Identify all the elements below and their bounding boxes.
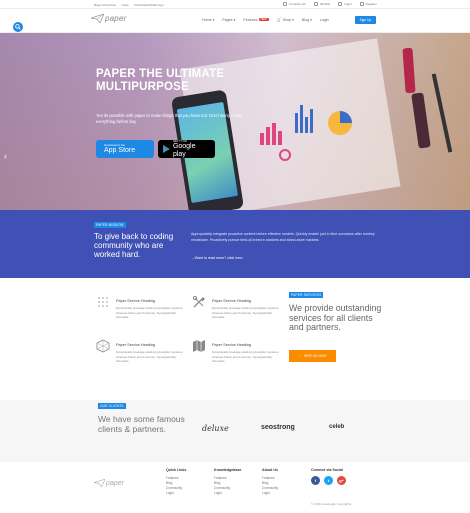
play-icon <box>163 145 170 153</box>
footer-link[interactable]: Login <box>214 491 241 496</box>
service-description: Dynamically leverage existing synergisti… <box>116 350 183 363</box>
hero-subtitle: Yes its possible with paper to make thin… <box>96 113 243 124</box>
top-bar: Buyer Protection Help Download Mobile Ap… <box>0 0 470 9</box>
clients-heading: We have some famous clients & partners. <box>98 414 185 434</box>
chevron-down-icon: ▾ <box>292 17 294 22</box>
search-icon <box>15 24 21 30</box>
client-logo-deluxe: deluxe <box>202 424 229 433</box>
service-description: Dynamically leverage existing synergisti… <box>212 306 279 319</box>
chevron-down-icon: ▾ <box>233 17 236 22</box>
footer-column-about-us: About Us Features Blog Community Login <box>262 468 279 496</box>
arrow-right-icon: → <box>298 354 302 358</box>
nav-features[interactable]: Features NEW <box>243 18 269 22</box>
paper-plane-icon <box>94 479 105 487</box>
client-logo-seostrong: seostrong <box>261 424 295 431</box>
footer-link[interactable]: Login <box>166 491 186 496</box>
mission-section: PAPER MISSION To give back to coding com… <box>0 210 470 278</box>
hire-us-button[interactable]: → HIRE US NOW <box>289 350 336 362</box>
main-nav: Home ▾ Pages ▾ Features NEW 🛒 Shop ▾ Blog ▾ Lo… <box>202 17 329 22</box>
download-app-link[interactable]: Download Mobile App <box>134 3 163 7</box>
signup-button[interactable]: Sign Up <box>355 16 376 24</box>
nav-blog[interactable]: Blog ▾ <box>302 18 312 22</box>
clients-tag: OUR CLIENTS <box>98 403 126 409</box>
nav-shop[interactable]: 🛒 Shop ▾ <box>277 17 294 22</box>
tools-icon <box>192 295 205 308</box>
service-title: Paper Service Heading <box>116 299 156 303</box>
slider-prev-button[interactable]: ‹ <box>4 151 7 161</box>
mission-tag: PAPER MISSION <box>94 222 126 228</box>
google-plus-icon[interactable]: g+ <box>337 476 346 485</box>
new-badge: NEW <box>258 18 269 21</box>
read-more-link[interactable]: →Want to read more? click here. <box>191 256 243 260</box>
logo[interactable]: paper <box>91 14 126 23</box>
footer-logo[interactable]: paper <box>94 479 124 487</box>
grid-dots-icon <box>98 297 108 307</box>
hero-banner: ‹ PAPER THE ULTIMATE MULTIPURPOSE Yes it… <box>0 33 470 210</box>
mission-paragraph: Appropriately integrate proactive conten… <box>191 232 375 242</box>
footer-link[interactable]: Login <box>262 491 278 496</box>
paper-plane-icon <box>91 14 104 23</box>
mission-heading: To give back to coding community who are… <box>94 232 174 259</box>
compare-list-link[interactable]: Compare list <box>283 2 306 6</box>
twitter-icon[interactable]: t <box>324 476 333 485</box>
service-title: Paper Service Heading <box>212 299 252 303</box>
register-icon <box>359 2 364 6</box>
services-section: Paper Service Heading Dynamically levera… <box>0 278 470 400</box>
services-tag: PAPER SERVICES <box>289 292 324 298</box>
facebook-icon[interactable]: f <box>311 476 320 485</box>
chevron-down-icon: ▾ <box>212 17 215 22</box>
service-title: Paper Service Heading <box>212 343 252 347</box>
map-icon <box>193 340 205 352</box>
heart-icon <box>313 2 318 6</box>
user-icon <box>338 2 343 6</box>
hexagon-icon <box>96 339 110 353</box>
service-title: Paper Service Heading <box>116 343 156 347</box>
chevron-down-icon: ▾ <box>310 17 312 22</box>
wishlist-link[interactable]: Wishlist <box>313 2 330 6</box>
help-link[interactable]: Help <box>122 3 128 7</box>
service-description: Dynamically leverage existing synergisti… <box>212 350 279 363</box>
cart-icon: 🛒 <box>276 17 282 22</box>
compare-icon <box>283 2 287 6</box>
google-play-button[interactable]: GET IT ON Google play <box>158 139 215 158</box>
hero-chart-graphic <box>260 105 352 161</box>
footer: paper Quick Links Features Blog Communit… <box>0 462 470 513</box>
hero-title: PAPER THE ULTIMATE MULTIPURPOSE <box>96 68 225 93</box>
nav-pages[interactable]: Pages ▾ <box>222 18 235 22</box>
service-description: Dynamically leverage existing synergisti… <box>116 306 183 319</box>
nav-home[interactable]: Home ▾ <box>202 18 214 22</box>
copyright: © 2016 knowledge Copyrights <box>311 502 352 506</box>
nav-login[interactable]: Login <box>320 18 329 22</box>
buyer-protection-link[interactable]: Buyer Protection <box>94 3 116 7</box>
login-link[interactable]: Login <box>338 2 352 6</box>
footer-social: Connect via Social f t g+ <box>311 468 346 485</box>
app-store-button[interactable]: Download on the App Store <box>96 140 154 158</box>
client-logo-celeb: celeb <box>329 424 345 430</box>
footer-column-quick-links: Quick Links Features Blog Community Logi… <box>166 468 187 496</box>
search-button[interactable] <box>13 22 23 32</box>
main-header: paper Home ▾ Pages ▾ Features NEW 🛒 Shop ▾ Bl… <box>0 9 470 33</box>
footer-column-knowledgebase: Knowledgebase Features Blog Community Lo… <box>214 468 242 496</box>
clients-section: OUR CLIENTS We have some famous clients … <box>0 400 470 462</box>
services-heading: We provide outstanding services for all … <box>289 303 382 333</box>
register-link[interactable]: Register <box>359 2 377 6</box>
